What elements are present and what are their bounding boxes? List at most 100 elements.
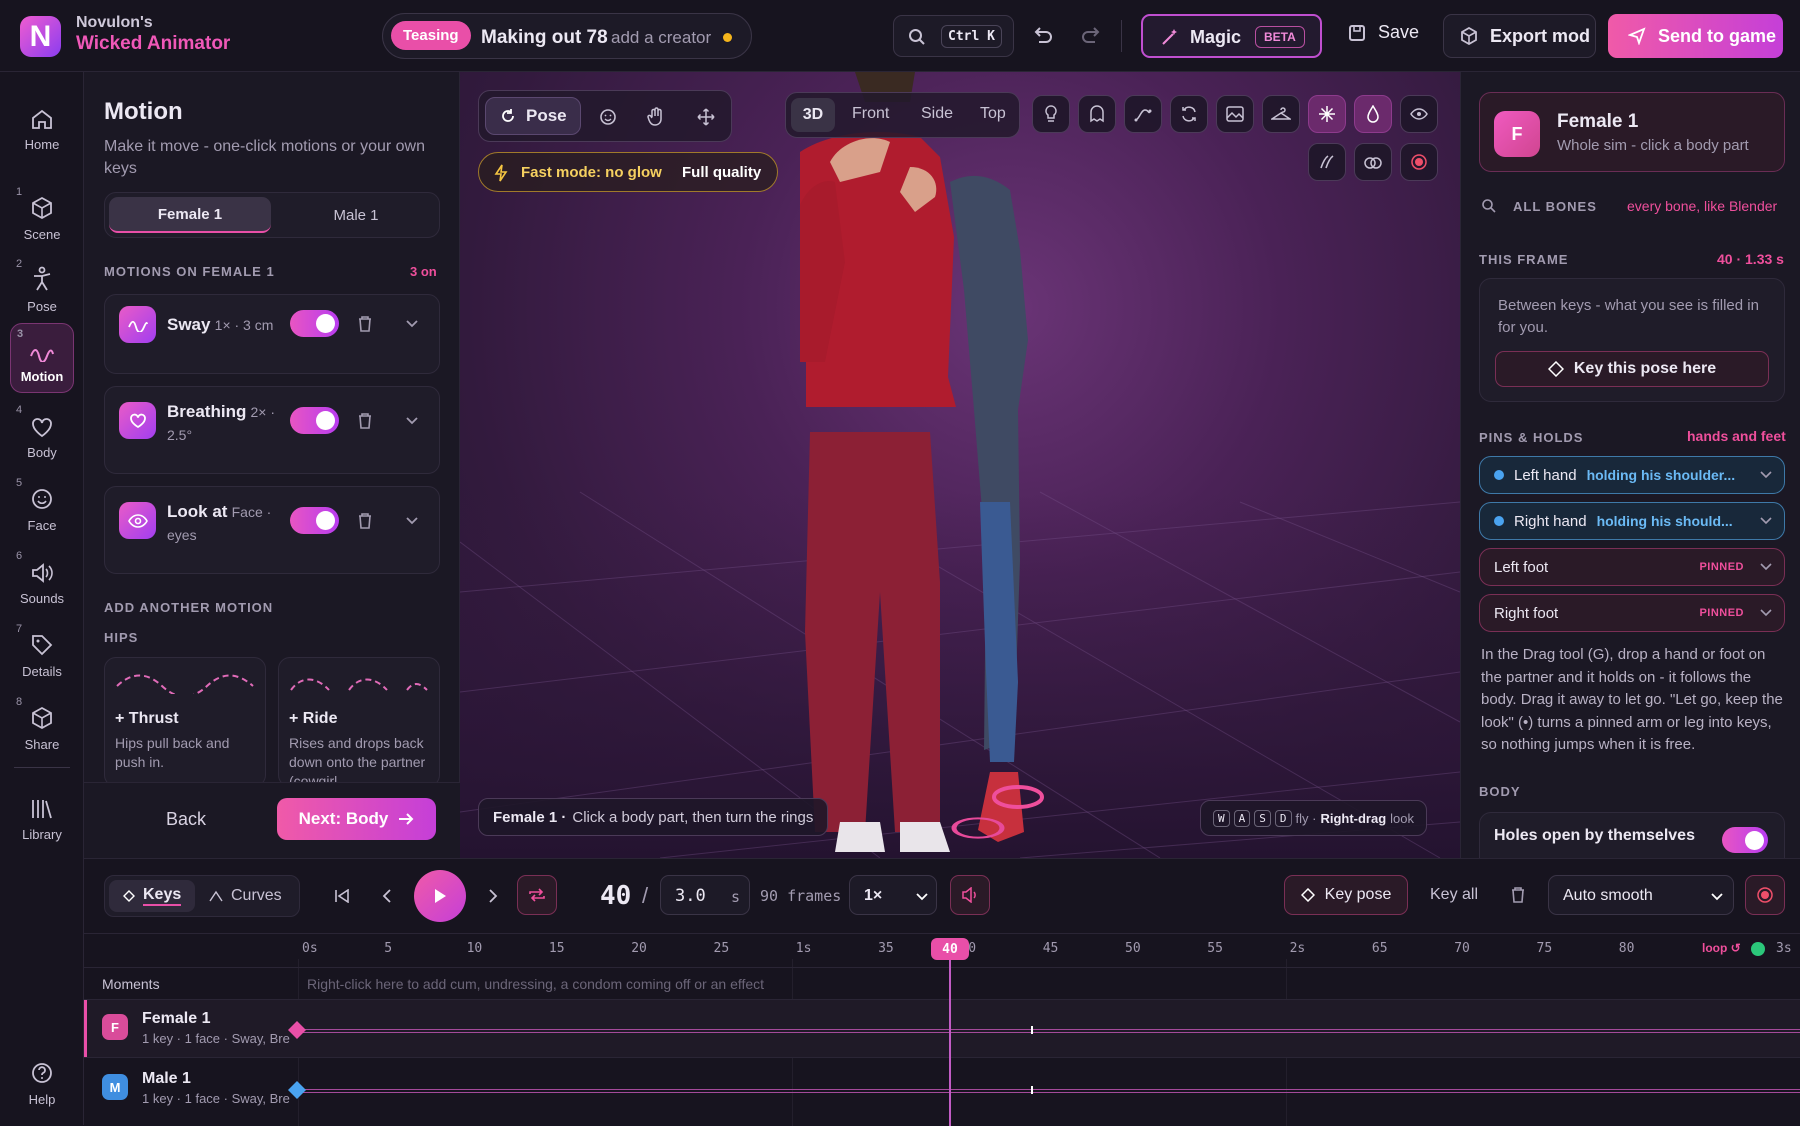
view-3d[interactable]: 3D	[791, 98, 835, 132]
preset-thrust[interactable]: + Thrust Hips pull back and push in.	[104, 657, 266, 787]
rail-body[interactable]: 4 Body	[10, 400, 74, 468]
chevron-down-icon[interactable]	[405, 319, 419, 329]
view-front[interactable]: Front	[852, 105, 889, 123]
track-bar[interactable]	[297, 1089, 1800, 1093]
3d-viewport[interactable]: Pose Fast mode: no glow Full quality 3D …	[460, 72, 1460, 858]
light-button[interactable]	[1032, 95, 1070, 133]
curves-tab[interactable]: Curves	[209, 880, 282, 912]
hold-left-foot[interactable]: Left foot PINNED	[1479, 548, 1785, 586]
chevron-down-icon[interactable]	[405, 516, 419, 526]
motion-toggle[interactable]	[290, 407, 339, 434]
tab-female-1[interactable]: Female 1	[109, 197, 271, 233]
tab-male-1[interactable]: Male 1	[275, 197, 437, 233]
keyframe-diamond-icon[interactable]	[287, 1080, 307, 1100]
track-female-1[interactable]: F Female 1 1 key · 1 face · Sway, Bre	[84, 999, 1800, 1058]
next-body-button[interactable]: Next: Body	[277, 798, 436, 840]
view-side[interactable]: Side	[921, 105, 953, 123]
move-tool-icon[interactable]	[697, 108, 715, 126]
project-name[interactable]: Making out 78	[481, 27, 608, 49]
moments-row[interactable]: Moments Right-click here to add cum, und…	[84, 967, 1800, 999]
track-bar[interactable]	[297, 1029, 1800, 1033]
fast-mode-label[interactable]: Fast mode: no glow	[521, 164, 662, 181]
motion-toggle[interactable]	[290, 310, 339, 337]
redo-icon[interactable]	[1080, 26, 1102, 46]
duration-input[interactable]: 3.0 s	[660, 875, 750, 915]
rail-library[interactable]: Library	[10, 782, 74, 850]
motion-card-breathing[interactable]: Breathing 2× · 2.5°	[104, 386, 440, 474]
path-button[interactable]	[1124, 95, 1162, 133]
gender-button[interactable]	[1354, 143, 1392, 181]
hand-tool-icon[interactable]	[647, 107, 665, 127]
strands-button[interactable]	[1308, 143, 1346, 181]
save-button[interactable]: Save	[1348, 22, 1419, 43]
prev-frame-icon[interactable]	[382, 889, 392, 903]
refresh-button[interactable]	[1170, 95, 1208, 133]
rail-details[interactable]: 7 Details	[10, 619, 74, 687]
all-bones-button[interactable]: ALL BONES	[1513, 199, 1597, 214]
record-button[interactable]	[1400, 143, 1438, 181]
sparkle-button[interactable]	[1308, 95, 1346, 133]
speed-select[interactable]: 1×	[849, 875, 937, 915]
face-tool-icon[interactable]	[599, 108, 617, 126]
record-keys-button[interactable]	[1745, 875, 1785, 915]
rail-face[interactable]: 5 Face	[10, 473, 74, 541]
rail-pose[interactable]: 2 Pose	[10, 254, 74, 322]
sim-card[interactable]: F Female 1 Whole sim - click a body part	[1479, 92, 1785, 172]
motion-toggle[interactable]	[290, 507, 339, 534]
rail-scene[interactable]: 1 Scene	[10, 182, 74, 250]
rail-sounds[interactable]: 6 Sounds	[10, 546, 74, 614]
interpolation-select[interactable]: Auto smooth	[1548, 875, 1734, 915]
rail-help[interactable]: Help	[10, 1047, 74, 1115]
key-pose-button[interactable]: Key pose	[1284, 875, 1408, 915]
search-button[interactable]: Ctrl K	[893, 15, 1014, 57]
holes-toggle[interactable]	[1722, 827, 1768, 853]
loop-button[interactable]	[517, 875, 557, 915]
next-frame-icon[interactable]	[488, 889, 498, 903]
ghost-button[interactable]	[1078, 95, 1116, 133]
brand-name: Wicked Animator	[76, 33, 231, 54]
skip-start-icon[interactable]	[334, 889, 350, 903]
undo-icon[interactable]	[1032, 26, 1054, 46]
view-top[interactable]: Top	[980, 105, 1006, 123]
hold-right-foot[interactable]: Right foot PINNED	[1479, 594, 1785, 632]
track-active-marker	[84, 1000, 87, 1058]
background-button[interactable]	[1216, 95, 1254, 133]
playhead-line[interactable]	[949, 960, 951, 1126]
keyframe-diamond-icon[interactable]	[287, 1020, 307, 1040]
project-box[interactable]: Teasing Making out 78 add a creator	[382, 13, 752, 59]
sound-button[interactable]	[950, 875, 990, 915]
trash-icon[interactable]	[357, 512, 373, 530]
back-button[interactable]: Back	[166, 809, 206, 830]
play-button[interactable]	[414, 870, 466, 922]
export-mod-button[interactable]: Export mod	[1443, 14, 1596, 58]
playhead-label[interactable]: 40	[931, 938, 969, 960]
rail-motion[interactable]: 3 Motion	[10, 323, 74, 393]
fluid-button[interactable]	[1354, 95, 1392, 133]
hold-left-hand[interactable]: Left hand holding his shoulder...	[1479, 456, 1785, 494]
pose-tool-button[interactable]: Pose	[485, 97, 581, 135]
motion-card-look-at[interactable]: Look at Face · eyes	[104, 486, 440, 574]
key-all-button[interactable]: Key all	[1430, 886, 1478, 904]
chevron-down-icon[interactable]	[405, 416, 419, 426]
full-quality-label[interactable]: Full quality	[682, 164, 761, 181]
quality-toggle[interactable]: Fast mode: no glow Full quality	[478, 152, 778, 192]
motion-card-sway[interactable]: Sway 1× · 3 cm	[104, 294, 440, 374]
trash-icon[interactable]	[357, 315, 373, 333]
rail-share[interactable]: 8 Share	[10, 692, 74, 760]
preset-ride[interactable]: + Ride Rises and drops back down onto th…	[278, 657, 440, 787]
key-pose-here-button[interactable]: Key this pose here	[1495, 351, 1769, 387]
keys-tab[interactable]: Keys	[109, 880, 195, 912]
current-frame[interactable]: 40	[600, 881, 631, 911]
hold-right-hand[interactable]: Right hand holding his should...	[1479, 502, 1785, 540]
track-male-1[interactable]: M Male 1 1 key · 1 face · Sway, Bre	[84, 1057, 1800, 1115]
trash-icon[interactable]	[1510, 886, 1526, 904]
visibility-button[interactable]	[1400, 95, 1438, 133]
trash-icon[interactable]	[357, 412, 373, 430]
loop-marker[interactable]: loop ↺	[1702, 941, 1741, 955]
mood-tag[interactable]: Teasing	[391, 21, 471, 50]
outfit-button[interactable]	[1262, 95, 1300, 133]
add-creator-link[interactable]: add a creator	[611, 28, 711, 48]
magic-button[interactable]: Magic BETA	[1141, 14, 1322, 58]
rail-home[interactable]: Home	[10, 92, 74, 160]
send-to-game-button[interactable]: Send to game	[1608, 14, 1783, 58]
